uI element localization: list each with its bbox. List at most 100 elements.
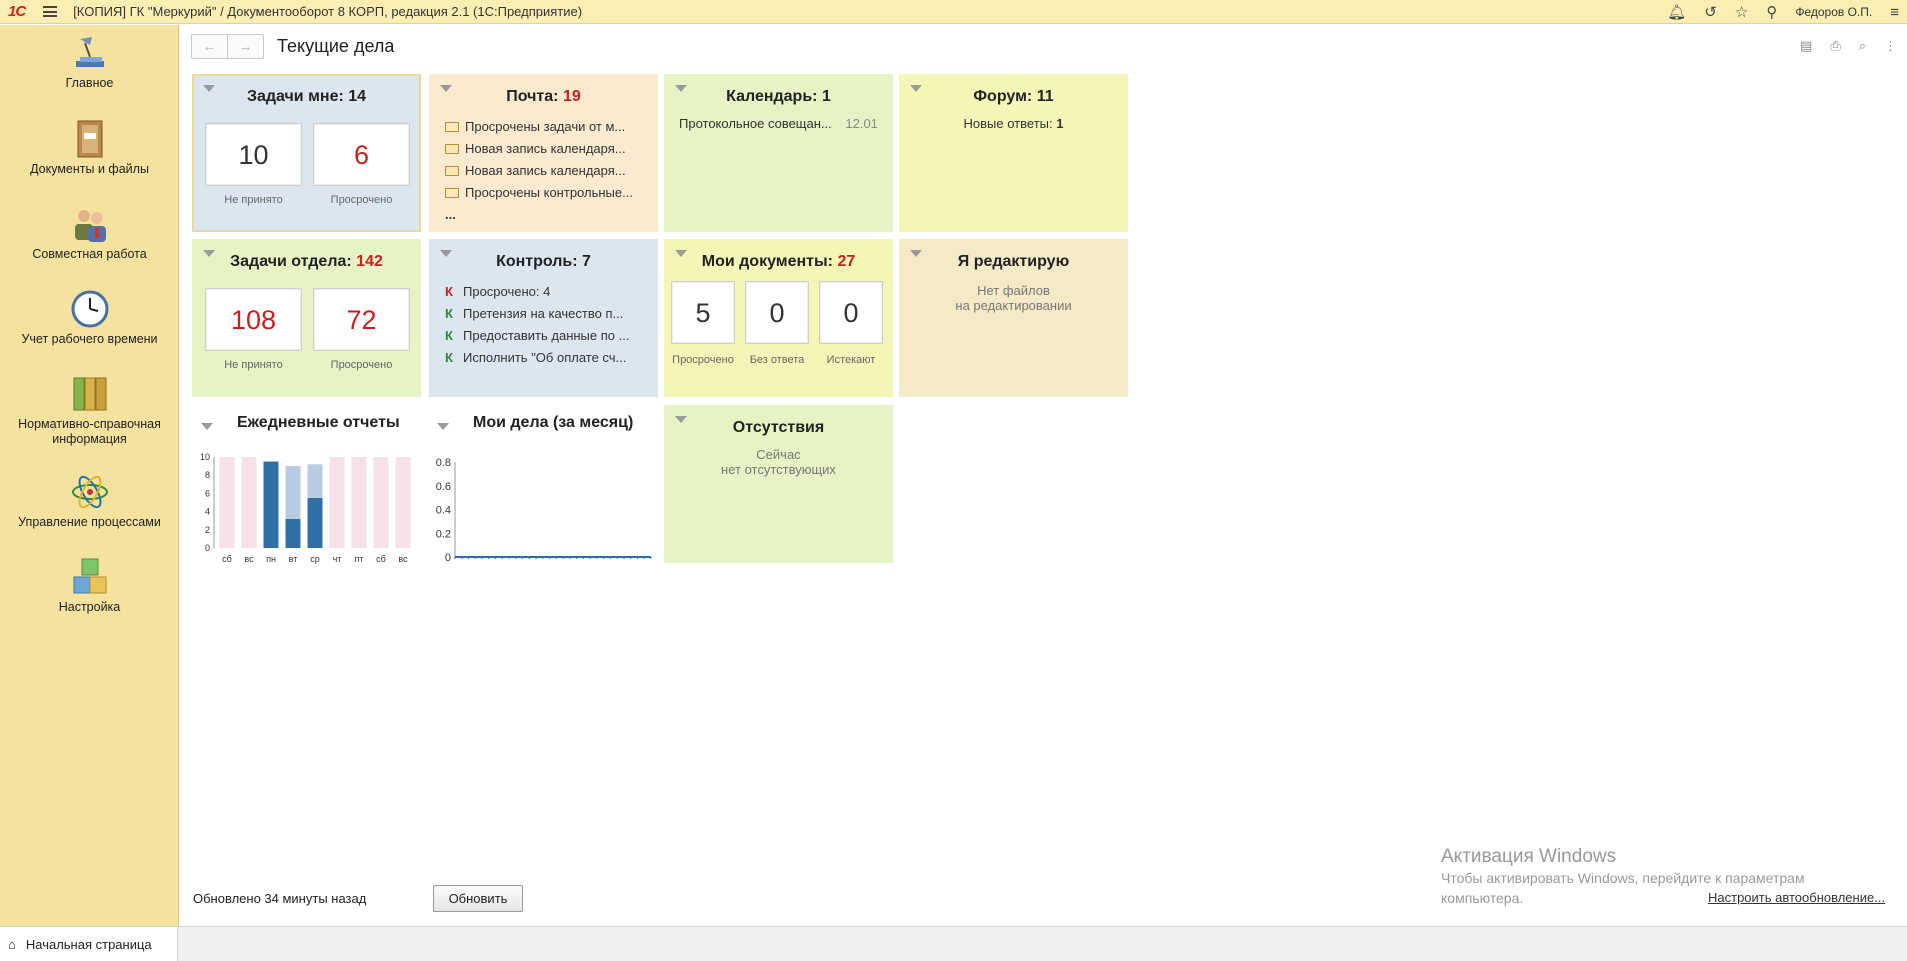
sidebar-item-collaboration[interactable]: Совместная работа [0, 204, 179, 261]
sidebar-item-time-tracking[interactable]: Учет рабочего времени [0, 289, 179, 346]
control-item[interactable]: К Претензия на качество п... [445, 303, 629, 325]
collapse-icon[interactable] [437, 423, 449, 430]
collapse-icon[interactable] [203, 85, 215, 92]
save-icon[interactable]: ▤ [1800, 38, 1812, 54]
print-icon[interactable]: ⎙ [1830, 38, 1840, 54]
collapse-icon[interactable] [203, 250, 215, 257]
main-menu-icon[interactable] [43, 6, 58, 17]
tile-control[interactable]: Контроль: 7 К Просрочено: 4 К Претензия на… [429, 239, 658, 397]
collapse-icon[interactable] [675, 85, 687, 92]
sidebar-item-label: Настройка [58, 600, 121, 614]
sidebar-item-reference[interactable]: Нормативно-справочная информация [0, 374, 179, 447]
tile-title: Задачи отдела: 142 [230, 253, 383, 270]
expiring-label: Истекают [826, 354, 876, 366]
history-icon[interactable]: ↺ [1704, 5, 1717, 20]
y-tick-label: 2 [205, 525, 210, 535]
title-toolbar: 🔔︎ ↺ ☆ ⚲ Федоров О.П. ≡ [1667, 0, 1899, 24]
daily-reports-chart[interactable]: 10 8 6 4 2 0 сб вс пн вт ср чт пт сб вс [190, 440, 420, 600]
overdue-count[interactable]: 72 [313, 288, 410, 351]
calendar-item[interactable]: Протокольное совещан... 12.01 [679, 116, 878, 131]
form-toolbar: ▤ ⎙ ⌕ ⋮ [1800, 38, 1897, 54]
refresh-button[interactable]: Обновить [433, 885, 523, 912]
x-tick-label: пт [355, 554, 364, 564]
overdue-label: Просрочено [330, 359, 393, 371]
envelope-icon [445, 166, 459, 176]
control-mark-icon: К [445, 284, 453, 299]
settings-menu-icon[interactable]: ≡ [1890, 5, 1899, 20]
mail-more[interactable]: ... [445, 204, 633, 226]
overdue-count[interactable]: 6 [313, 123, 410, 186]
tile-forum[interactable]: Форум: 11 Новые ответы: 1 [899, 74, 1128, 232]
search-icon[interactable]: ⚲ [1766, 5, 1777, 20]
not-accepted-label: Не принято [224, 359, 283, 371]
mail-item[interactable]: Просрочены контрольные... [445, 182, 633, 204]
envelope-icon [445, 188, 459, 198]
desk-lamp-icon [70, 33, 110, 73]
star-icon[interactable]: ☆ [1735, 5, 1748, 20]
tile-mail[interactable]: Почта: 19 Просрочены задачи от м... Нова… [429, 74, 658, 232]
not-accepted-label: Не принято [224, 194, 283, 206]
tab-home[interactable]: ⌂ Начальная страница [0, 927, 178, 961]
x-tick-label: сб [376, 554, 386, 564]
control-item[interactable]: К Просрочено: 4 [445, 281, 629, 303]
tile-title: Отсутствия [732, 419, 825, 436]
title-bar: 1С [КОПИЯ] ГК "Меркурий" / Документообор… [0, 0, 1907, 24]
tile-dept-tasks[interactable]: Задачи отдела: 142 108 72 Не принято Про… [192, 239, 421, 397]
forward-button[interactable]: → [228, 35, 263, 58]
bell-icon[interactable]: 🔔︎ [1667, 5, 1686, 20]
expiring-count[interactable]: 0 [819, 281, 883, 344]
preview-icon[interactable]: ⌕ [1859, 38, 1866, 54]
not-accepted-count[interactable]: 10 [205, 123, 302, 186]
cubes-icon [70, 557, 110, 597]
editing-line1: Нет файлов [977, 283, 1050, 298]
tab-label: Начальная страница [25, 936, 152, 952]
tile-title: Форум: 11 [973, 88, 1054, 105]
bar-background [219, 457, 235, 548]
sidebar-item-main[interactable]: Главное [0, 33, 179, 90]
bar [263, 461, 279, 548]
chart-title: Мои дела (за месяц) [473, 414, 634, 431]
mail-item[interactable]: Просрочены задачи от м... [445, 116, 633, 138]
control-item[interactable]: К Предоставить данные по ... [445, 325, 629, 347]
collapse-icon[interactable] [910, 250, 922, 257]
envelope-icon [445, 144, 459, 154]
sidebar-item-documents[interactable]: Документы и файлы [0, 119, 179, 176]
my-affairs-chart[interactable]: 0.8 0.6 0.4 0.2 0 [425, 440, 655, 600]
not-accepted-count[interactable]: 108 [205, 288, 302, 351]
overdue-count[interactable]: 5 [671, 281, 735, 344]
collapse-icon[interactable] [910, 85, 922, 92]
tile-editing[interactable]: Я редактирую Нет файлов на редактировани… [899, 239, 1128, 397]
back-button[interactable]: ← [192, 35, 228, 58]
mail-item[interactable]: Новая запись календаря... [445, 160, 633, 182]
control-mark-icon: К [445, 306, 453, 321]
collapse-icon[interactable] [675, 250, 687, 257]
absences-line2: нет отсутствующих [721, 462, 836, 477]
tile-calendar[interactable]: Календарь: 1 Протокольное совещан... 12.… [664, 74, 893, 232]
sections-panel: Главное Документы и файлы Совместная раб… [0, 25, 179, 926]
collapse-icon[interactable] [201, 423, 213, 430]
y-tick-label: 6 [205, 488, 210, 498]
no-answer-count[interactable]: 0 [745, 281, 809, 344]
auto-update-link[interactable]: Настроить автообновление... [1708, 890, 1885, 905]
activation-line1: Чтобы активировать Windows, перейдите к … [1441, 870, 1805, 886]
forum-new-answers[interactable]: Новые ответы: 1 [899, 116, 1128, 131]
x-tick-label: чт [333, 554, 342, 564]
tile-my-documents[interactable]: Мои документы: 27 5 0 0 Просрочено Без о… [664, 239, 893, 397]
more-actions-icon[interactable]: ⋮ [1884, 38, 1897, 54]
x-tick-label: вт [289, 554, 298, 564]
sidebar-item-label: Документы и файлы [30, 162, 149, 176]
app-logo[interactable]: 1С [8, 3, 26, 20]
collapse-icon[interactable] [675, 416, 687, 423]
tile-title: Мои документы: 27 [701, 253, 856, 270]
sidebar-item-settings[interactable]: Настройка [0, 557, 179, 614]
user-name[interactable]: Федоров О.П. [1795, 5, 1872, 19]
tile-my-tasks[interactable]: Задачи мне: 14 10 6 Не принято Просрочен… [192, 74, 421, 232]
control-item[interactable]: К Исполнить "Об оплате сч... [445, 347, 629, 369]
collapse-icon[interactable] [440, 250, 452, 257]
mail-item[interactable]: Новая запись календаря... [445, 138, 633, 160]
y-tick-label: 8 [205, 470, 210, 480]
sidebar-item-processes[interactable]: Управление процессами [0, 472, 179, 529]
sidebar-item-label: Учет рабочего времени [21, 332, 158, 346]
tile-absences[interactable]: Отсутствия Сейчас нет отсутствующих [664, 405, 893, 563]
collapse-icon[interactable] [440, 85, 452, 92]
